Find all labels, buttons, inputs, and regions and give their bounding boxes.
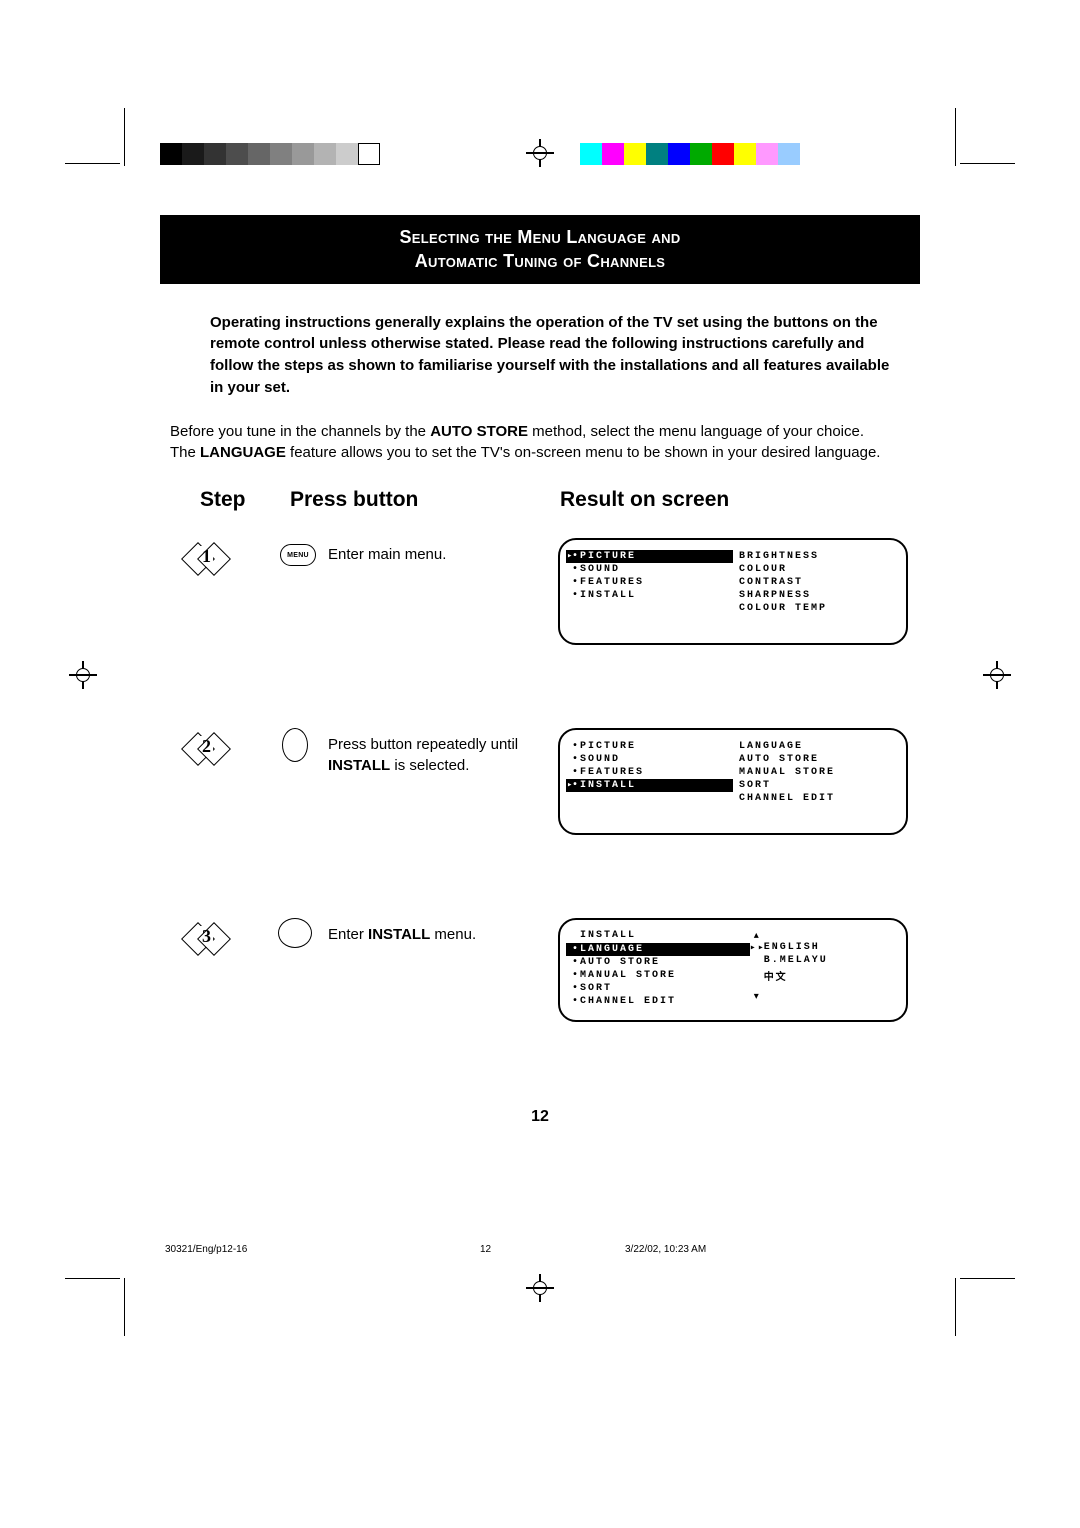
menu-item: ▸•INSTALL bbox=[566, 779, 733, 792]
menu-item: •SOUND bbox=[566, 563, 733, 576]
intro-paragraph-bold: Operating instructions generally explain… bbox=[210, 312, 890, 399]
arrow-down-icon: ▾ bbox=[750, 991, 900, 1002]
menu-item: COLOUR TEMP bbox=[733, 602, 900, 615]
step-row-2: 2 Press button repeatedly until INSTALL … bbox=[160, 728, 920, 878]
text: Before you tune in the channels by the bbox=[170, 423, 430, 440]
registration-mark-icon bbox=[987, 665, 1007, 685]
footer-file: 30321/Eng/p12-16 bbox=[165, 1244, 247, 1255]
tv-screen-result-1: ▸•PICTURE •SOUND •FEATURES •INSTALL BRIG… bbox=[558, 538, 908, 645]
menu-heading: INSTALL bbox=[566, 930, 750, 941]
crop-mark bbox=[65, 1278, 120, 1279]
intro-paragraph: Before you tune in the channels by the A… bbox=[170, 421, 890, 465]
text-bold: LANGUAGE bbox=[200, 444, 286, 461]
step-number-icon: 3 bbox=[188, 924, 226, 954]
step-number-icon: 1 bbox=[188, 544, 226, 574]
down-button-icon bbox=[282, 728, 308, 762]
page-number: 12 bbox=[160, 1108, 920, 1126]
step-number: 3 bbox=[200, 926, 213, 947]
registration-mark-icon bbox=[530, 143, 550, 163]
menu-item: MANUAL STORE bbox=[733, 766, 900, 779]
text-bold: AUTO STORE bbox=[430, 423, 528, 440]
menu-item: •FEATURES bbox=[566, 576, 733, 589]
menu-item: ▸•PICTURE bbox=[566, 550, 733, 563]
step-instruction: Press button repeatedly until INSTALL is… bbox=[328, 734, 538, 776]
menu-item: •LANGUAGE bbox=[566, 943, 750, 956]
tv-screen-result-3: INSTALL •LANGUAGE •AUTO STORE •MANUAL ST… bbox=[558, 918, 908, 1022]
menu-item: •SOUND bbox=[566, 753, 733, 766]
menu-item: •MANUAL STORE bbox=[566, 969, 750, 982]
menu-item: 中文 bbox=[750, 967, 900, 985]
tv-screen-result-2: •PICTURE •SOUND •FEATURES ▸•INSTALL LANG… bbox=[558, 728, 908, 835]
footer-timestamp: 3/22/02, 10:23 AM bbox=[625, 1244, 706, 1255]
menu-item: SORT bbox=[733, 779, 900, 792]
step-number: 2 bbox=[200, 736, 213, 757]
menu-item: CONTRAST bbox=[733, 576, 900, 589]
column-headers: Step Press button Result on screen bbox=[160, 488, 920, 518]
registration-mark-icon bbox=[73, 665, 93, 685]
registration-mark-icon bbox=[530, 1278, 550, 1298]
grayscale-calibration-bar bbox=[160, 143, 380, 165]
step-row-1: 1 MENU Enter main menu. ▸•PICTURE •SOUND… bbox=[160, 538, 920, 688]
crop-mark bbox=[960, 163, 1015, 164]
menu-item: SHARPNESS bbox=[733, 589, 900, 602]
menu-item: B.MELAYU bbox=[750, 954, 900, 967]
menu-item: LANGUAGE bbox=[733, 740, 900, 753]
menu-item: AUTO STORE bbox=[733, 753, 900, 766]
step-number-icon: 2 bbox=[188, 734, 226, 764]
menu-item: •FEATURES bbox=[566, 766, 733, 779]
text: feature allows you to set the TV's on-sc… bbox=[286, 444, 881, 461]
crop-mark bbox=[65, 163, 120, 164]
crop-mark bbox=[955, 1278, 956, 1336]
step-instruction: Enter main menu. bbox=[328, 544, 538, 565]
menu-item: CHANNEL EDIT bbox=[733, 792, 900, 805]
menu-item: BRIGHTNESS bbox=[733, 550, 900, 563]
header-step: Step bbox=[200, 488, 246, 512]
step-number: 1 bbox=[200, 546, 213, 567]
header-result: Result on screen bbox=[560, 488, 729, 512]
crop-mark bbox=[124, 108, 125, 166]
menu-item: •AUTO STORE bbox=[566, 956, 750, 969]
crop-mark bbox=[960, 1278, 1015, 1279]
menu-item: ▸▸ENGLISH bbox=[750, 941, 900, 954]
title-line-2: Automatic Tuning of Channels bbox=[160, 249, 920, 273]
step-instruction: Enter INSTALL menu. bbox=[328, 924, 538, 945]
header-press-button: Press button bbox=[290, 488, 418, 512]
section-title: Selecting the Menu Language and Automati… bbox=[160, 215, 920, 284]
right-button-icon bbox=[278, 918, 312, 948]
footer-page: 12 bbox=[480, 1244, 491, 1255]
menu-item: COLOUR bbox=[733, 563, 900, 576]
menu-button-icon: MENU bbox=[280, 544, 316, 566]
arrow-up-icon: ▴ bbox=[750, 930, 900, 941]
menu-item: •PICTURE bbox=[566, 740, 733, 753]
step-row-3: 3 Enter INSTALL menu. INSTALL •LANGUAGE … bbox=[160, 918, 920, 1068]
title-line-1: Selecting the Menu Language and bbox=[160, 225, 920, 249]
menu-item: •INSTALL bbox=[566, 589, 733, 602]
color-calibration-bar bbox=[580, 143, 800, 165]
menu-item: •SORT bbox=[566, 982, 750, 995]
crop-mark bbox=[955, 108, 956, 166]
menu-item: •CHANNEL EDIT bbox=[566, 995, 750, 1008]
crop-mark bbox=[124, 1278, 125, 1336]
